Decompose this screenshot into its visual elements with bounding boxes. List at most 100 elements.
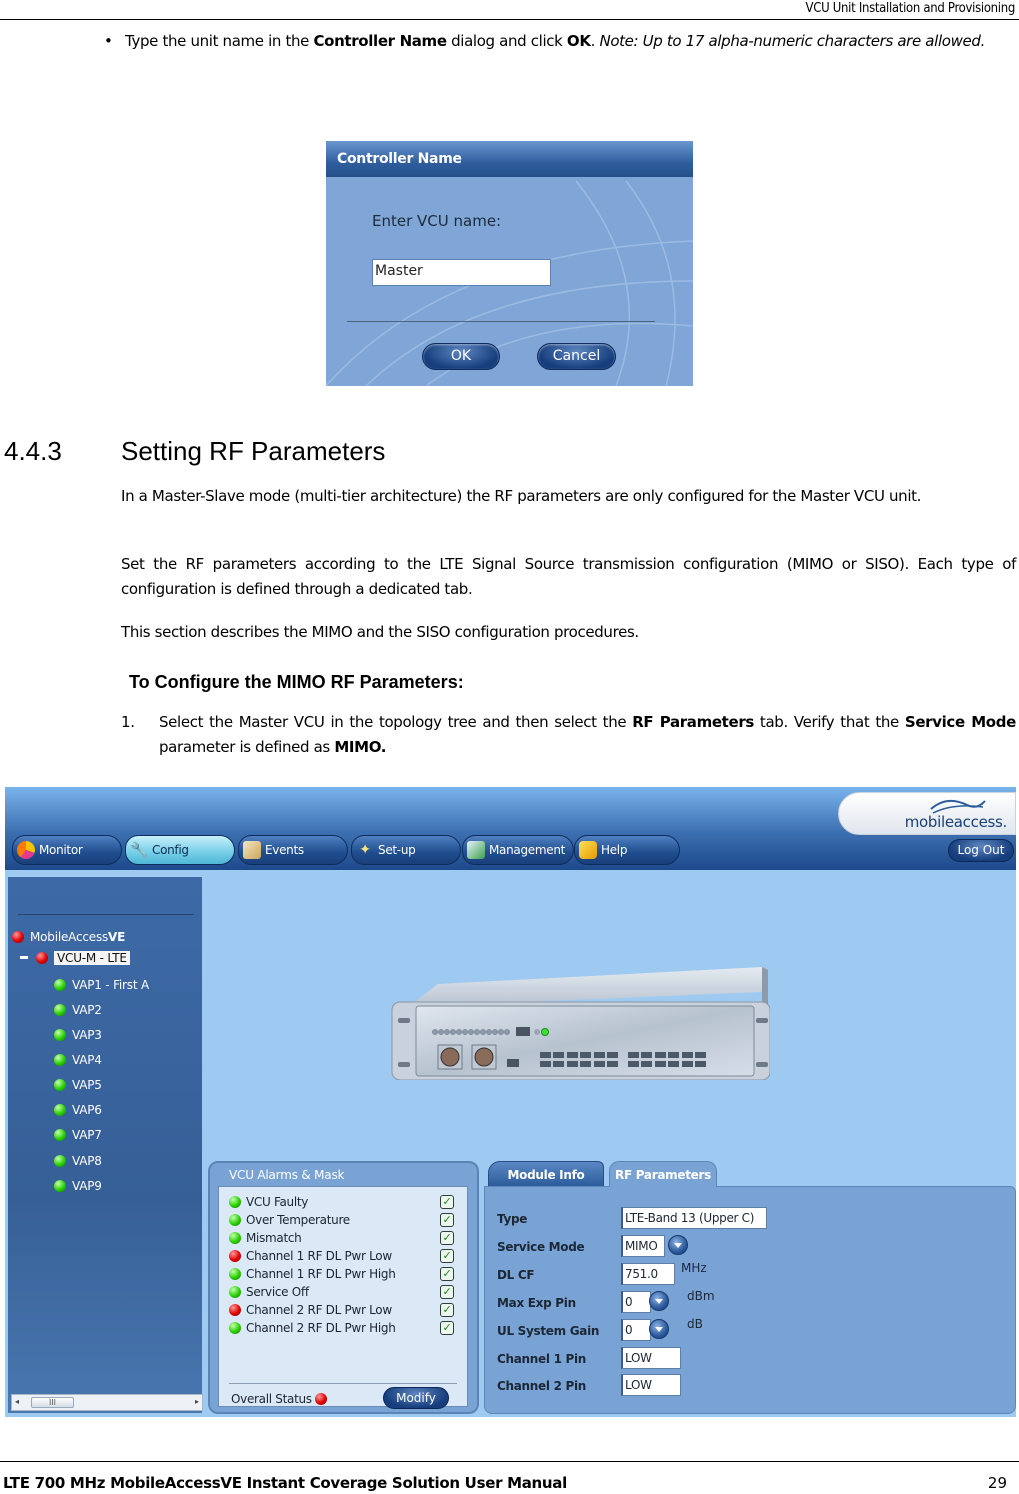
alarm-row: Service Off ✓ [229, 1284, 454, 1302]
tree-vap-label: VAP4 [72, 1053, 102, 1067]
tree-vap-item[interactable]: VAP2 [54, 1002, 102, 1018]
logout-button[interactable]: Log Out [948, 839, 1014, 862]
nav-tab-events[interactable]: Events [238, 835, 348, 865]
channel-2-pin-field: LOW [621, 1374, 681, 1396]
text-run: Type the unit name in the [125, 32, 314, 50]
status-led-red-icon [36, 952, 48, 964]
mask-checkbox[interactable]: ✓ [440, 1249, 454, 1263]
text-bold: MIMO. [334, 738, 387, 756]
procedure-step: 1. Select the Master VCU in the topology… [121, 710, 1016, 760]
tree-root[interactable]: MobileAccessVE [12, 929, 125, 945]
dl-cf-input[interactable]: 751.0 [621, 1263, 675, 1285]
section-title: Setting RF Parameters [121, 436, 386, 466]
mask-checkbox[interactable]: ✓ [440, 1213, 454, 1227]
mask-checkbox[interactable]: ✓ [440, 1285, 454, 1299]
alarms-list: VCU Faulty ✓ Over Temperature ✓ Mismatch ✓ … [218, 1186, 468, 1409]
alarm-row: Channel 2 RF DL Pwr Low ✓ [229, 1302, 454, 1320]
nav-tab-help[interactable]: Help [574, 835, 680, 865]
modify-button[interactable]: Modify [383, 1387, 449, 1409]
status-led-green-icon [54, 1054, 66, 1066]
tree-vap-label: VAP8 [72, 1154, 102, 1168]
scrollbar-thumb[interactable]: III [31, 1397, 74, 1408]
rf-parameters-panel: Module Info RF Parameters Type LTE-Band … [484, 1161, 1016, 1415]
type-label: Type [497, 1212, 528, 1226]
alarm-label: Service Off [246, 1285, 309, 1299]
tab-module-info[interactable]: Module Info [488, 1161, 604, 1187]
cancel-button[interactable]: Cancel [537, 343, 616, 370]
status-led-green-icon [54, 979, 66, 991]
events-icon [243, 841, 261, 859]
alarm-label: Channel 2 RF DL Pwr Low [246, 1303, 392, 1317]
nav-tab-label: Config [152, 843, 189, 857]
page-header: VCU Unit Installation and Provisioning [0, 0, 1019, 20]
nav-tab-config[interactable]: 🔧 Config [125, 835, 235, 865]
overall-status: Overall Status [231, 1392, 333, 1406]
manual-title: LTE 700 MHz MobileAccessVE Instant Cover… [3, 1474, 567, 1492]
note-text: Note: Up to 17 alpha-numeric characters … [599, 32, 985, 50]
mask-checkbox[interactable]: ✓ [440, 1303, 454, 1317]
mask-checkbox[interactable]: ✓ [440, 1231, 454, 1245]
tree-vap-item[interactable]: VAP7 [54, 1127, 102, 1143]
alarm-row: Channel 1 RF DL Pwr Low ✓ [229, 1248, 454, 1266]
status-led-green-icon [54, 1029, 66, 1041]
scroll-left-arrow-icon[interactable]: ◂ [15, 1397, 19, 1406]
tree-vap-item[interactable]: VAP8 [54, 1153, 102, 1169]
tree-vap-item[interactable]: VAP3 [54, 1027, 102, 1043]
tree-horizontal-scrollbar[interactable]: ◂ III ▸ [11, 1394, 203, 1411]
alarm-label: Channel 1 RF DL Pwr High [246, 1267, 396, 1281]
chevron-down-icon[interactable] [649, 1319, 669, 1339]
max-exp-pin-select[interactable]: 0 [621, 1291, 651, 1313]
text-bold: OK [566, 32, 591, 50]
nav-tab-monitor[interactable]: Monitor [12, 835, 122, 865]
vcu-name-input[interactable]: Master [372, 259, 551, 286]
tree-vap-label: VAP6 [72, 1103, 102, 1117]
mask-checkbox[interactable]: ✓ [440, 1195, 454, 1209]
mask-checkbox[interactable]: ✓ [440, 1321, 454, 1335]
status-led-green-icon [229, 1232, 241, 1244]
help-book-icon [579, 841, 597, 859]
scroll-right-arrow-icon[interactable]: ▸ [195, 1397, 199, 1406]
tree-vap-label: VAP3 [72, 1028, 102, 1042]
tree-vcu-node[interactable]: VCU-M - LTE [20, 950, 130, 966]
text-bold: Controller Name [313, 32, 447, 50]
bullet-text: Type the unit name in the Controller Nam… [125, 29, 1016, 54]
text-run: tab. Verify that the [753, 713, 905, 731]
tree-vap-label: VAP9 [72, 1179, 102, 1193]
overall-status-label: Overall Status [231, 1392, 312, 1406]
ul-system-gain-select[interactable]: 0 [621, 1319, 651, 1341]
chevron-down-icon[interactable] [668, 1235, 688, 1255]
nav-tab-management[interactable]: Management [462, 835, 574, 865]
dl-cf-label: DL CF [497, 1268, 535, 1282]
tree-vap-item[interactable]: VAP5 [54, 1077, 102, 1093]
status-led-green-icon [229, 1214, 241, 1226]
nav-tab-setup[interactable]: ✦ Set-up [351, 835, 461, 865]
tree-vcu-label: VCU-M - LTE [54, 951, 130, 965]
channel-1-pin-label: Channel 1 Pin [497, 1352, 587, 1366]
section-number: 4.4.3 [4, 436, 62, 466]
alarms-panel-title: VCU Alarms & Mask [229, 1168, 345, 1182]
dl-cf-unit: MHz [681, 1261, 707, 1275]
tree-vap-item[interactable]: VAP4 [54, 1052, 102, 1068]
mask-checkbox[interactable]: ✓ [440, 1267, 454, 1281]
channel-2-pin-label: Channel 2 Pin [497, 1379, 587, 1393]
tree-root-suffix: VE [108, 930, 126, 944]
nav-tab-label: Set-up [378, 843, 416, 857]
tree-vap-item[interactable]: VAP6 [54, 1102, 102, 1118]
instruction-bullet: • Type the unit name in the Controller N… [104, 29, 1016, 54]
paragraph: This section describes the MIMO and the … [121, 623, 639, 641]
nav-tab-label: Events [265, 843, 304, 857]
chevron-down-icon[interactable] [649, 1291, 669, 1311]
mobileaccess-logo: mobileaccess. [838, 792, 1016, 835]
tree-vap-item[interactable]: VAP1 - First A [54, 977, 149, 993]
tab-rf-parameters[interactable]: RF Parameters [609, 1161, 717, 1187]
ul-system-gain-unit: dB [687, 1317, 703, 1331]
ok-button[interactable]: OK [422, 343, 500, 370]
tree-vap-item[interactable]: VAP9 [54, 1178, 102, 1194]
text-run: parameter is defined as [159, 738, 335, 756]
service-mode-select[interactable]: MIMO [621, 1235, 665, 1257]
alarm-label: VCU Faulty [246, 1195, 309, 1209]
alarm-label: Mismatch [246, 1231, 302, 1245]
collapse-icon[interactable] [20, 956, 28, 959]
max-exp-pin-unit: dBm [687, 1289, 715, 1303]
status-led-green-icon [229, 1322, 241, 1334]
